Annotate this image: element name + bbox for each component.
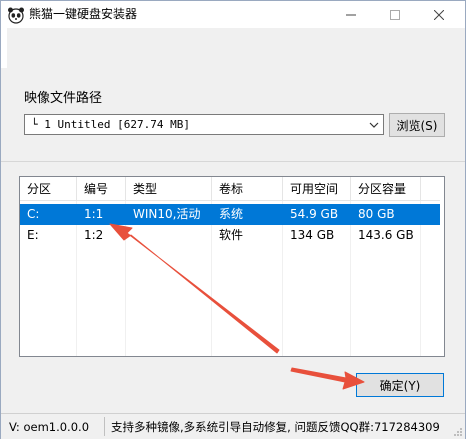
cell-capacity: 80 GB [358, 207, 395, 221]
image-path-value: └ 1 Untitled [627.74 MB] [31, 118, 190, 131]
cell-number: 1:2 [84, 228, 104, 242]
table-row[interactable]: E: 1:2 软件 134 GB 143.6 GB [20, 225, 440, 246]
cell-free-space: 54.9 GB [290, 207, 339, 221]
divider [1, 161, 465, 162]
resize-grip-icon[interactable] [453, 427, 463, 437]
confirm-button[interactable]: 确定(Y) [356, 373, 444, 397]
table-row[interactable]: C: 1:1 WIN10,活动 系统 54.9 GB 80 GB [20, 204, 440, 225]
maximize-button[interactable] [375, 1, 415, 28]
cell-partition: C: [27, 207, 40, 221]
image-path-combobox[interactable]: └ 1 Untitled [627.74 MB] [24, 114, 384, 135]
installer-window: 熊猫一键硬盘安装器 映像文件路径 └ 1 Untitled [627.74 MB… [0, 0, 466, 439]
maximize-icon [390, 9, 400, 20]
background-window-edge [1, 28, 7, 68]
column-header-partition[interactable]: 分区 [20, 177, 77, 201]
column-header-type[interactable]: 类型 [126, 177, 212, 201]
chevron-down-icon[interactable] [365, 115, 383, 134]
minimize-icon [346, 14, 356, 15]
column-header-number[interactable]: 编号 [77, 177, 126, 201]
column-header-free-space[interactable]: 可用空间 [283, 177, 351, 201]
column-header-capacity[interactable]: 分区容量 [351, 177, 421, 201]
close-button[interactable] [419, 1, 459, 28]
cell-number: 1:1 [84, 207, 104, 221]
cell-label: 软件 [219, 228, 244, 242]
partition-table[interactable]: 分区 编号 类型 卷标 可用空间 分区容量 C: 1:1 WIN10,活动 系统… [19, 176, 445, 357]
cell-label: 系统 [219, 207, 244, 221]
status-divider [104, 417, 105, 436]
status-bar: V: oem1.0.0.0 支持多种镜像,多系统引导自动修复, 问题反馈QQ群:… [1, 413, 465, 439]
minimize-button[interactable] [331, 1, 371, 28]
panda-icon [8, 7, 24, 24]
cell-type: WIN10,活动 [133, 207, 201, 221]
cell-capacity: 143.6 GB [358, 228, 414, 242]
image-path-label: 映像文件路径 [24, 91, 103, 106]
cell-partition: E: [27, 228, 39, 242]
window-title: 熊猫一键硬盘安装器 [29, 7, 138, 21]
status-message: 支持多种镜像,多系统引导自动修复, 问题反馈QQ群:717284309 [111, 420, 440, 434]
version-text: V: oem1.0.0.0 [9, 420, 90, 434]
cell-free-space: 134 GB [290, 228, 335, 242]
table-header: 分区 编号 类型 卷标 可用空间 分区容量 [20, 177, 440, 201]
browse-button[interactable]: 浏览(S) [389, 113, 445, 137]
cell-type [126, 225, 133, 246]
title-bar[interactable]: 熊猫一键硬盘安装器 [1, 1, 465, 28]
close-icon [434, 9, 444, 20]
column-header-label[interactable]: 卷标 [212, 177, 283, 201]
